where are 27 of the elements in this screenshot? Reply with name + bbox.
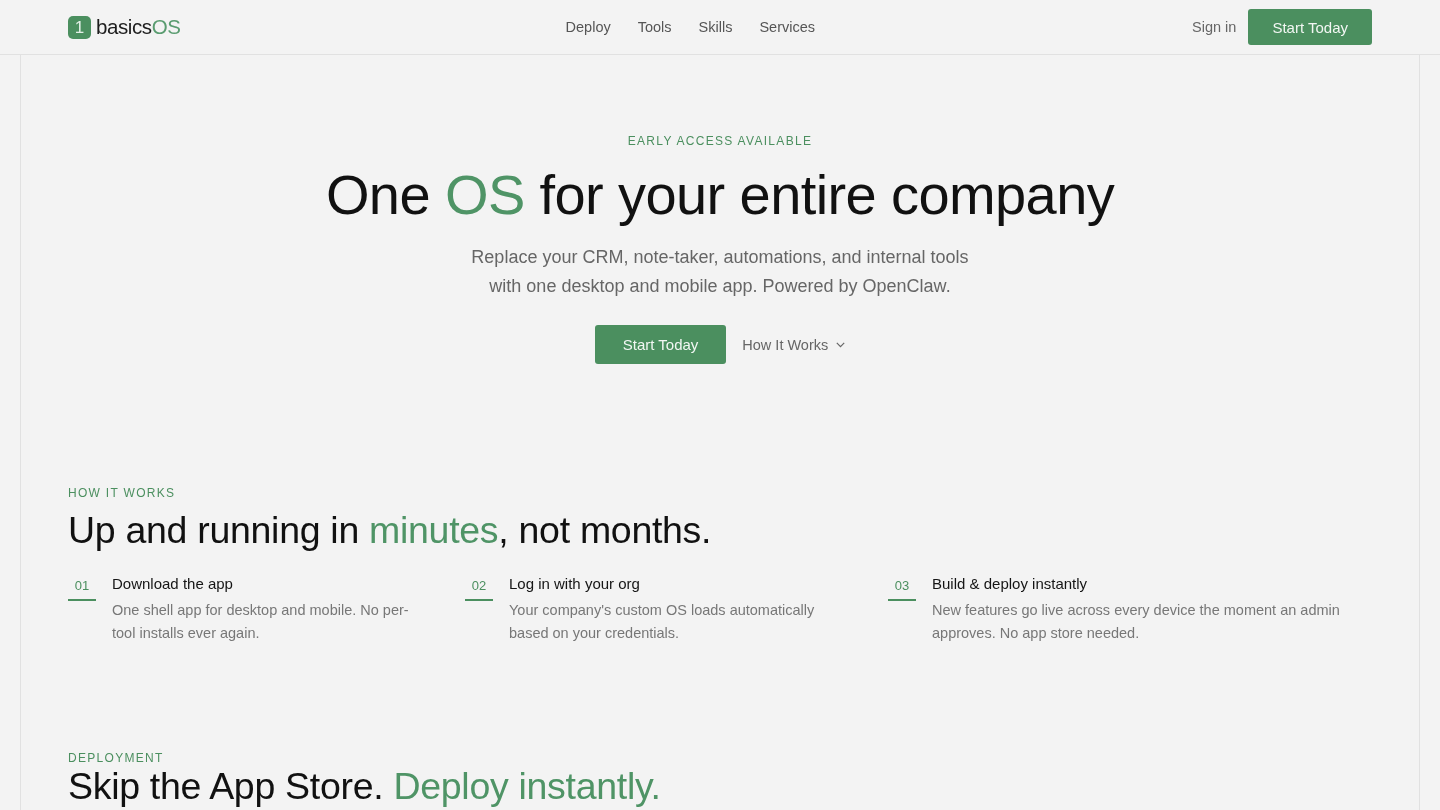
nav-link[interactable]: Services [759, 19, 815, 35]
step-number: 02 [465, 574, 493, 601]
hero-headline: One OS for your entire company [324, 163, 1116, 227]
nav-link[interactable]: Tools [637, 19, 672, 35]
step-description: New features go live across every device the moment an admin approves. No app store needed. [932, 601, 1341, 643]
nav-link[interactable]: Deploy [565, 19, 611, 35]
eyebrow-label: EARLY ACCESS AVAILABLE [626, 133, 814, 149]
step-title: Log in with your org [509, 574, 641, 593]
start-today-button[interactable]: Start Today [1248, 9, 1372, 45]
step-title: Build & deploy instantly [932, 574, 1089, 593]
nav-link[interactable]: Skills [698, 19, 733, 35]
section-label: DEPLOYMENT [68, 750, 165, 766]
section-label: HOW IT WORKS [68, 485, 177, 501]
section-heading: Up and running in minutes, not months. [68, 508, 713, 552]
step-number: 03 [888, 574, 916, 601]
step-description: Your company's custom OS loads automatically based on your credentials. [509, 601, 816, 643]
sign-in-link[interactable]: Sign in [1192, 19, 1237, 35]
how-it-works-link[interactable]: How It Works [742, 336, 846, 353]
chevron-down-icon [836, 341, 846, 348]
section-heading: Skip the App Store. Deploy instantly. [68, 767, 662, 805]
start-today-button[interactable]: Start Today [594, 325, 727, 364]
step-description: One shell app for desktop and mobile. No per-tool installs ever again. [112, 601, 410, 643]
logo-text[interactable]: basicsOS [96, 15, 181, 39]
step-title: Download the app [112, 574, 234, 593]
hero-subtitle: Replace your CRM, note-taker, automations, and internal tools with one desktop and mobile app. Powered by OpenClaw. [470, 246, 970, 298]
logo-mark: 1 [68, 15, 91, 39]
step-number: 01 [68, 574, 96, 601]
